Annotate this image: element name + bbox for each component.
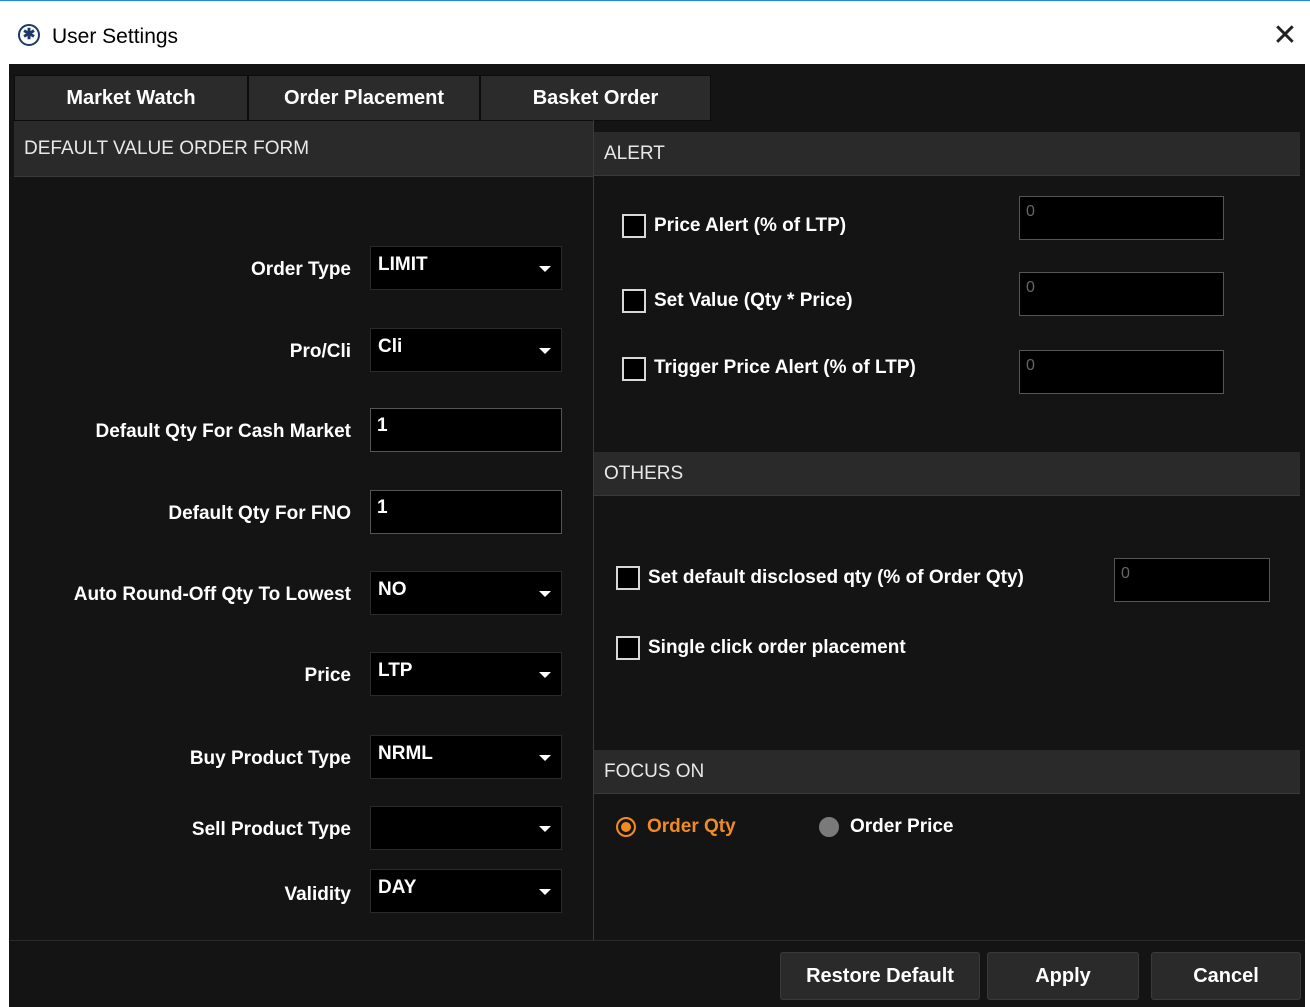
price-alert-checkbox[interactable]	[622, 214, 646, 238]
validity-value: DAY	[378, 877, 417, 898]
settings-window: Market Watch Order Placement Basket Orde…	[9, 64, 1305, 1007]
price-alert-label[interactable]: Price Alert (% of LTP)	[654, 215, 846, 237]
chevron-down-icon	[539, 755, 551, 761]
cancel-button[interactable]: Cancel	[1151, 952, 1301, 1000]
trigger-alert-checkbox[interactable]	[622, 357, 646, 381]
order-type-label: Order Type	[251, 259, 351, 280]
trigger-alert-label[interactable]: Trigger Price Alert (% of LTP)	[654, 357, 916, 379]
others-header: OTHERS	[594, 452, 1300, 496]
set-value-label[interactable]: Set Value (Qty * Price)	[654, 290, 853, 312]
set-value-checkbox[interactable]	[622, 289, 646, 313]
title-bar: ✱ User Settings ✕	[0, 0, 1310, 64]
order-qty-label[interactable]: Order Qty	[647, 816, 736, 838]
price-value: LTP	[378, 660, 413, 681]
order-price-label[interactable]: Order Price	[850, 816, 954, 838]
pro-cli-label: Pro/Cli	[289, 341, 351, 362]
chevron-down-icon	[539, 348, 551, 354]
default-value-header: DEFAULT VALUE ORDER FORM	[14, 121, 593, 177]
disclosed-qty-input[interactable]: 0	[1114, 558, 1270, 602]
qty-cash-label: Default Qty For Cash Market	[95, 421, 352, 442]
alert-header: ALERT	[594, 132, 1300, 176]
buy-product-value: NRML	[378, 743, 433, 764]
focus-on-header: FOCUS ON	[594, 750, 1300, 794]
price-dropdown[interactable]: LTP	[370, 652, 562, 696]
panel-divider	[593, 120, 594, 942]
validity-label: Validity	[284, 884, 351, 905]
qty-fno-input[interactable]: 1	[370, 490, 562, 534]
auto-round-dropdown[interactable]: NO	[370, 571, 562, 615]
single-click-checkbox[interactable]	[616, 636, 640, 660]
order-type-dropdown[interactable]: LIMIT	[370, 246, 562, 290]
chevron-down-icon	[539, 591, 551, 597]
chevron-down-icon	[539, 889, 551, 895]
chevron-down-icon	[539, 672, 551, 678]
sell-product-dropdown[interactable]	[370, 806, 562, 850]
sell-product-label: Sell Product Type	[191, 819, 351, 840]
window-title: User Settings	[52, 25, 179, 48]
chevron-down-icon	[539, 826, 551, 832]
price-label: Price	[304, 665, 351, 686]
auto-round-label: Auto Round-Off Qty To Lowest	[73, 584, 351, 605]
order-qty-radio[interactable]	[616, 817, 636, 837]
qty-cash-input[interactable]: 1	[370, 408, 562, 452]
disclosed-qty-checkbox[interactable]	[616, 566, 640, 590]
app-icon: ✱	[18, 24, 40, 46]
chevron-down-icon	[539, 266, 551, 272]
trigger-alert-input[interactable]: 0	[1019, 350, 1224, 394]
apply-button[interactable]: Apply	[987, 952, 1139, 1000]
order-type-value: LIMIT	[378, 254, 428, 275]
pro-cli-dropdown[interactable]: Cli	[370, 328, 562, 372]
set-value-input[interactable]: 0	[1019, 272, 1224, 316]
tab-basket-order[interactable]: Basket Order	[480, 75, 711, 121]
close-icon[interactable]: ✕	[1268, 19, 1302, 53]
restore-default-button[interactable]: Restore Default	[780, 952, 980, 1000]
tab-order-placement[interactable]: Order Placement	[248, 75, 480, 121]
validity-dropdown[interactable]: DAY	[370, 869, 562, 913]
single-click-label[interactable]: Single click order placement	[648, 637, 906, 659]
buy-product-label: Buy Product Type	[189, 748, 351, 769]
pro-cli-value: Cli	[378, 336, 403, 357]
order-price-radio[interactable]	[819, 817, 839, 837]
tab-market-watch[interactable]: Market Watch	[14, 75, 248, 121]
price-alert-input[interactable]: 0	[1019, 196, 1224, 240]
auto-round-value: NO	[378, 579, 407, 600]
qty-fno-label: Default Qty For FNO	[168, 503, 351, 524]
buy-product-dropdown[interactable]: NRML	[370, 735, 562, 779]
disclosed-qty-label[interactable]: Set default disclosed qty (% of Order Qt…	[648, 567, 1024, 589]
